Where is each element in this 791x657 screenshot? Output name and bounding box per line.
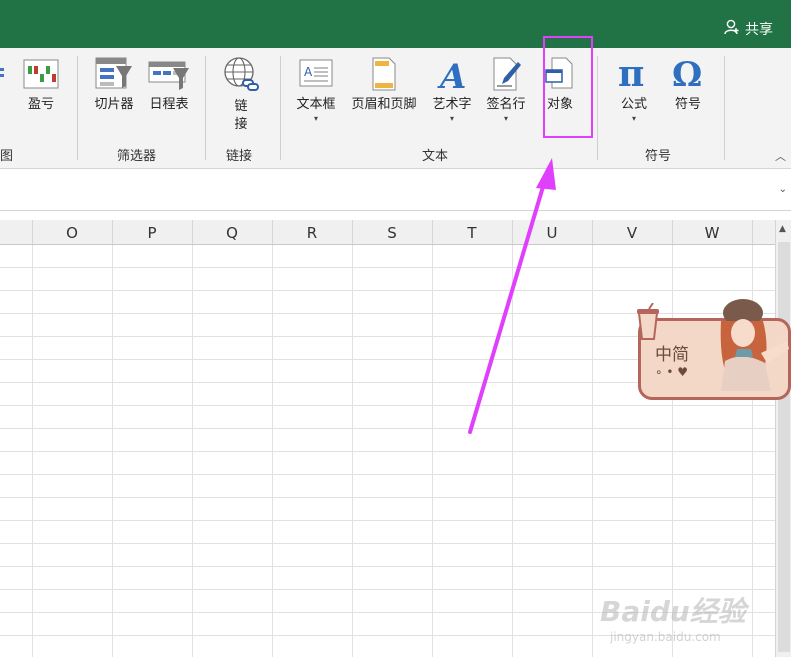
formula-bar[interactable]: ⌄	[0, 178, 791, 211]
header-footer-icon	[372, 57, 396, 91]
chevron-down-icon: ▾	[449, 114, 454, 123]
equation-button[interactable]: π 公式 ▾	[610, 53, 658, 124]
column-header-P[interactable]: P	[112, 220, 193, 244]
link-label-line2: 接	[234, 117, 248, 132]
winloss-button[interactable]: 盈亏	[18, 56, 64, 114]
symbol-label: 符号	[674, 97, 701, 112]
partial-sparkline-icon	[0, 56, 8, 94]
title-bar	[0, 0, 791, 48]
column-header-Q[interactable]: Q	[192, 220, 273, 244]
link-label-line1: 链	[234, 99, 248, 114]
signature-line-icon	[493, 57, 521, 91]
omega-icon: Ω	[672, 55, 702, 95]
girl-illustration-icon	[720, 299, 789, 391]
timeline-label: 日程表	[149, 97, 189, 112]
group-label-text: 文本	[422, 149, 449, 164]
vertical-scrollbar[interactable]: ▲	[775, 220, 791, 657]
sticker-text: 中简	[655, 345, 689, 365]
column-header-W[interactable]: W	[672, 220, 753, 244]
group-label-links: 链接	[226, 149, 253, 164]
column-header-row: O P Q R S T U V W	[0, 220, 775, 245]
wordart-icon: A	[437, 57, 466, 97]
svg-text:π: π	[618, 54, 644, 92]
column-header-O[interactable]: O	[32, 220, 113, 244]
svg-text:Ω: Ω	[672, 55, 702, 92]
signature-line-button[interactable]: 签名行 ▾	[480, 56, 532, 124]
column-header-S[interactable]: S	[352, 220, 433, 244]
user-plus-icon	[723, 18, 741, 40]
equation-label: 公式	[620, 97, 647, 112]
watermark-url: jingyan.baidu.com	[610, 630, 721, 644]
svg-text:A: A	[304, 65, 313, 79]
watermark-brand: Baidu经验	[600, 595, 746, 628]
scroll-up-icon[interactable]: ▲	[779, 224, 786, 234]
group-divider	[280, 56, 281, 160]
group-divider	[205, 56, 206, 160]
header-footer-label: 页眉和页脚	[351, 97, 417, 112]
drink-cup-icon	[637, 303, 659, 340]
share-button[interactable]: 共享	[723, 18, 773, 40]
sticker-dots: ∘ • ♥	[655, 365, 688, 379]
column-header-T[interactable]: T	[432, 220, 513, 244]
wordart-label: 艺术字	[432, 97, 472, 112]
winloss-icon	[23, 59, 59, 89]
column-header-U[interactable]: U	[512, 220, 593, 244]
collapse-ribbon-icon[interactable]: ︿	[775, 148, 786, 164]
group-label-sparklines: 图	[0, 149, 14, 164]
textbox-label: 文本框	[296, 97, 336, 112]
chevron-down-icon: ▾	[503, 114, 508, 123]
slicer-icon	[95, 57, 132, 89]
svg-text:A: A	[437, 57, 466, 92]
textbox-icon: A	[299, 59, 333, 87]
ribbon: 图 盈亏 切片器 日程表 筛选器 链 接 链接 A 文本框 ▾ 页眉和页脚 A …	[0, 48, 791, 169]
chevron-down-icon: ▾	[631, 114, 636, 123]
share-label: 共享	[745, 22, 773, 38]
signature-line-label: 签名行	[486, 97, 526, 112]
slicer-button[interactable]: 切片器	[88, 56, 140, 114]
column-header-partial[interactable]	[0, 220, 33, 244]
timeline-icon	[148, 61, 189, 90]
group-label-filter: 筛选器	[117, 149, 157, 164]
column-header-R[interactable]: R	[272, 220, 353, 244]
chevron-down-icon: ▾	[313, 114, 318, 123]
group-divider	[597, 56, 598, 160]
slicer-label: 切片器	[94, 97, 134, 112]
timeline-button[interactable]: 日程表	[142, 56, 196, 114]
column-header-V[interactable]: V	[592, 220, 673, 244]
wordart-button[interactable]: A 艺术字 ▾	[426, 56, 478, 124]
pi-icon: π	[618, 53, 644, 95]
link-button[interactable]: 链 接	[218, 56, 264, 134]
group-label-symbols: 符号	[645, 149, 672, 164]
header-footer-button[interactable]: 页眉和页脚	[344, 56, 424, 114]
group-divider	[77, 56, 78, 160]
textbox-button[interactable]: A 文本框 ▾	[290, 56, 342, 124]
link-globe-icon	[224, 57, 259, 91]
object-button-highlight	[543, 36, 593, 138]
symbol-button[interactable]: Ω 符号	[664, 54, 712, 114]
expand-formula-bar-icon[interactable]: ⌄	[779, 184, 787, 195]
winloss-label: 盈亏	[27, 97, 54, 112]
group-divider	[724, 56, 725, 160]
